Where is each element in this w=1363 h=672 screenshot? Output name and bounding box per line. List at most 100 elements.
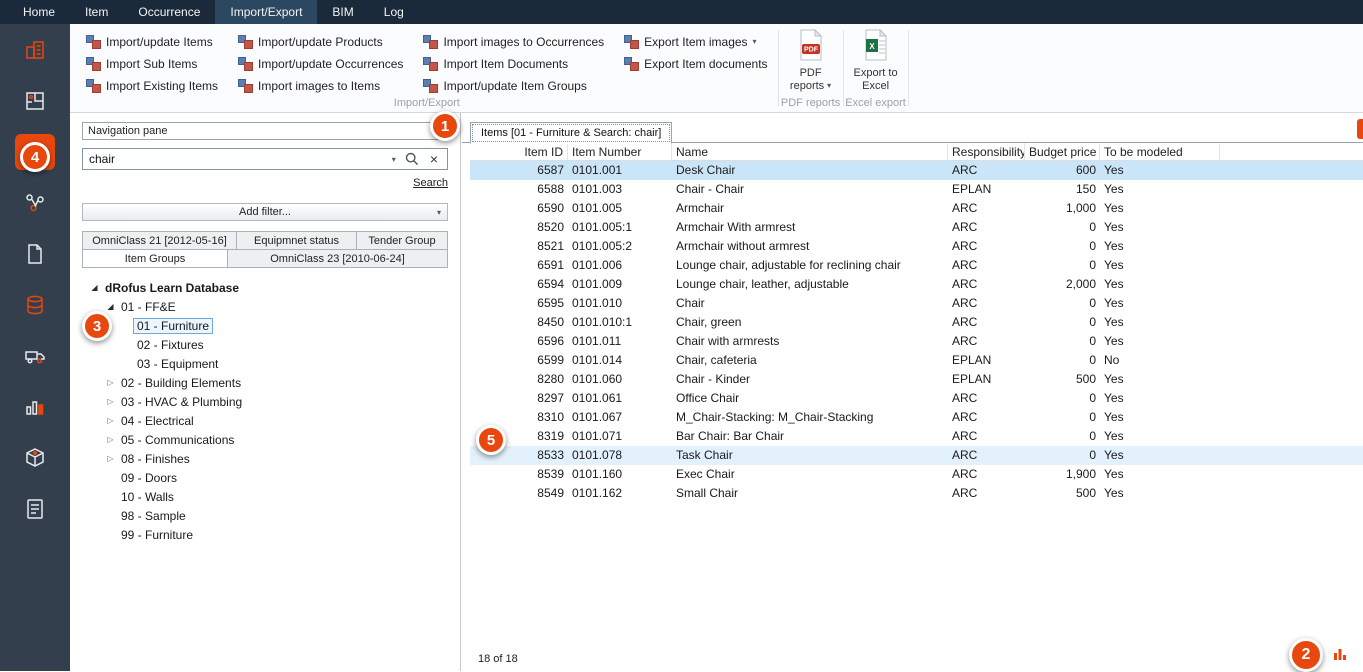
column-header-modeled[interactable]: To be modeled (1100, 143, 1220, 160)
tree-item-09-doors[interactable]: 09 - Doors (82, 468, 448, 487)
column-header-name[interactable]: Name (672, 143, 948, 160)
tree-item-01-ff-e[interactable]: ◢01 - FF&E (82, 297, 448, 316)
menu-item-item[interactable]: Item (70, 0, 123, 24)
nav-tab-omniclass-23-2010-06-24[interactable]: OmniClass 23 [2010-06-24] (227, 249, 448, 268)
cell-modeled: No (1100, 351, 1220, 370)
menu-item-import-export[interactable]: Import/Export (215, 0, 317, 24)
table-row[interactable]: 65910101.006Lounge chair, adjustable for… (470, 256, 1363, 275)
table-row[interactable]: 83100101.067M_Chair-Stacking: M_Chair-St… (470, 408, 1363, 427)
buildings-icon[interactable] (15, 32, 55, 68)
table-row[interactable]: 85330101.078Task ChairARC0Yes (470, 446, 1363, 465)
ribbon-button-import-update-item-groups[interactable]: Import/update Item Groups (423, 77, 604, 94)
annotation-circle-5: 5 (476, 425, 506, 455)
tree-item-03-hvac-plumbing[interactable]: ▷03 - HVAC & Plumbing (82, 392, 448, 411)
column-header-id[interactable]: Item ID (470, 143, 568, 160)
tree-item-98-sample[interactable]: 98 - Sample (82, 506, 448, 525)
tree-item-02-building-elements[interactable]: ▷02 - Building Elements (82, 373, 448, 392)
tree-item-01-furniture[interactable]: 01 - Furniture (82, 316, 448, 335)
table-row[interactable]: 65880101.003Chair - ChairEPLAN150Yes (470, 180, 1363, 199)
ribbon-button-import-images-to-occurrences[interactable]: Import images to Occurrences (423, 33, 604, 50)
table-row[interactable]: 84500101.010:1Chair, greenARC0Yes (470, 313, 1363, 332)
ribbon-button-export-item-documents[interactable]: Export Item documents (624, 55, 767, 72)
table-row[interactable]: 85390101.160Exec ChairARC1,900Yes (470, 465, 1363, 484)
export-to-excel-button[interactable]: X Export to Excel (844, 24, 908, 92)
ribbon-button-export-item-images[interactable]: Export Item images▾ (624, 33, 767, 50)
nav-tab-omniclass-21-2012-05-16[interactable]: OmniClass 21 [2012-05-16] (82, 231, 237, 250)
ribbon-button-import-item-documents[interactable]: Import Item Documents (423, 55, 604, 72)
table-row[interactable]: 82970101.061Office ChairARC0Yes (470, 389, 1363, 408)
column-header-resp[interactable]: Responsibility (948, 143, 1025, 160)
table-row[interactable]: 65940101.009Lounge chair, leather, adjus… (470, 275, 1363, 294)
systems-icon[interactable] (15, 185, 55, 221)
statistics-icon[interactable] (15, 389, 55, 425)
tree-item-10-walls[interactable]: 10 - Walls (82, 487, 448, 506)
documents-icon[interactable] (15, 236, 55, 272)
tree-item-03-equipment[interactable]: 03 - Equipment (82, 354, 448, 373)
table-row[interactable]: 65900101.005ArmchairARC1,000Yes (470, 199, 1363, 218)
cell-number: 0101.061 (568, 389, 672, 408)
main-panel: Items [01 - Furniture & Search: chair] I… (462, 113, 1363, 671)
database-icon[interactable] (15, 287, 55, 323)
nav-tab-tender-group[interactable]: Tender Group (356, 231, 448, 250)
ribbon-button-import-images-to-items[interactable]: Import images to Items (238, 77, 403, 94)
menu-item-bim[interactable]: BIM (317, 0, 368, 24)
column-header-blank[interactable] (1220, 143, 1363, 160)
expander-collapsed-icon[interactable]: ▷ (104, 416, 117, 425)
package-icon[interactable] (15, 440, 55, 476)
pdf-button-line1: PDF (800, 67, 822, 79)
search-icon[interactable] (400, 152, 424, 166)
column-header-price[interactable]: Budget price (1025, 143, 1100, 160)
tree-item-04-electrical[interactable]: ▷04 - Electrical (82, 411, 448, 430)
search-link[interactable]: Search (413, 177, 448, 189)
table-row[interactable]: 83190101.071Bar Chair: Bar ChairARC0Yes (470, 427, 1363, 446)
tree-item-08-finishes[interactable]: ▷08 - Finishes (82, 449, 448, 468)
logistics-icon[interactable] (15, 338, 55, 374)
expander-expanded-icon[interactable]: ◢ (88, 283, 101, 292)
cell-modeled: Yes (1100, 427, 1220, 446)
reports-icon[interactable] (15, 491, 55, 527)
menu-item-log[interactable]: Log (369, 0, 419, 24)
items-tab[interactable]: Items [01 - Furniture & Search: chair] (470, 122, 672, 144)
add-filter-dropdown[interactable]: Add filter... ▾ (82, 203, 448, 221)
table-row[interactable]: 65960101.011Chair with armrestsARC0Yes (470, 332, 1363, 351)
tree-item-05-communications[interactable]: ▷05 - Communications (82, 430, 448, 449)
expander-collapsed-icon[interactable]: ▷ (104, 454, 117, 463)
expander-collapsed-icon[interactable]: ▷ (104, 435, 117, 444)
column-header-number[interactable]: Item Number (568, 143, 672, 160)
nav-tab-equipmnet-status[interactable]: Equipmnet status (236, 231, 357, 250)
menu-item-home[interactable]: Home (8, 0, 70, 24)
ribbon-group-import-export: Import/update Items Import Sub Items Impor… (76, 24, 778, 112)
table-row[interactable]: 85490101.162Small ChairARC500Yes (470, 484, 1363, 503)
table-body: 65870101.001Desk ChairARC600Yes65880101.… (470, 161, 1363, 503)
cell-number: 0101.067 (568, 408, 672, 427)
menu-item-occurrence[interactable]: Occurrence (123, 0, 215, 24)
tree-item-drofus-learn-database[interactable]: ◢dRofus Learn Database (82, 278, 448, 297)
tree-item-99-furniture[interactable]: 99 - Furniture (82, 525, 448, 544)
import-export-icon (423, 78, 438, 93)
clear-search-icon[interactable]: × (424, 151, 447, 167)
cell-blank (1220, 389, 1363, 408)
ribbon-button-import-sub-items[interactable]: Import Sub Items (86, 55, 218, 72)
table-row[interactable]: 65870101.001Desk ChairARC600Yes (470, 161, 1363, 180)
expander-collapsed-icon[interactable]: ▷ (104, 378, 117, 387)
ribbon-button-import-update-occurrences[interactable]: Import/update Occurrences (238, 55, 403, 72)
tree-item-02-fixtures[interactable]: 02 - Fixtures (82, 335, 448, 354)
nav-tab-item-groups[interactable]: Item Groups (82, 249, 228, 268)
table-row[interactable]: 82800101.060Chair - KinderEPLAN500Yes (470, 370, 1363, 389)
table-row[interactable]: 65950101.010ChairARC0Yes (470, 294, 1363, 313)
table-row[interactable]: 65990101.014Chair, cafeteriaEPLAN0No (470, 351, 1363, 370)
table-row[interactable]: 85200101.005:1Armchair With armrestARC0Y… (470, 218, 1363, 237)
ribbon-button-import-update-products[interactable]: Import/update Products (238, 33, 403, 50)
expander-expanded-icon[interactable]: ◢ (104, 302, 117, 311)
table-row[interactable]: 85210101.005:2Armchair without armrestAR… (470, 237, 1363, 256)
columns-panel-icon[interactable] (1333, 647, 1347, 666)
ribbon-button-import-update-items[interactable]: Import/update Items (86, 33, 218, 50)
cell-number: 0101.010:1 (568, 313, 672, 332)
pdf-reports-button[interactable]: PDF PDF reports▾ (779, 24, 843, 92)
expander-collapsed-icon[interactable]: ▷ (104, 397, 117, 406)
floor-plan-icon[interactable] (15, 83, 55, 119)
search-dropdown-caret-icon[interactable]: ▾ (388, 155, 400, 164)
search-input[interactable] (83, 150, 388, 168)
cell-modeled: Yes (1100, 370, 1220, 389)
ribbon-button-import-existing-items[interactable]: Import Existing Items (86, 77, 218, 94)
